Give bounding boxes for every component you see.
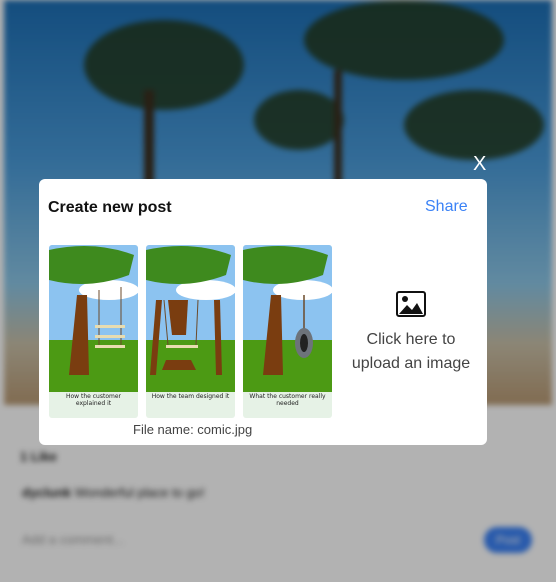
comic-panel-3: What the customer really needed [243, 245, 332, 418]
panel-caption: How the team designed it [151, 393, 230, 400]
comic-panel-2: How the team designed it [146, 245, 235, 418]
upload-text-line1: Click here to [366, 331, 456, 348]
share-button[interactable]: Share [425, 198, 468, 216]
image-icon [396, 291, 426, 317]
panel-caption: How the customer explained it [65, 393, 121, 407]
close-button[interactable]: X [473, 153, 486, 176]
comic-panel-1: How the customer explained it [49, 245, 138, 418]
upload-image-button[interactable]: Click here to upload an image [341, 291, 481, 376]
comic-image-2 [146, 245, 235, 392]
comic-image-3 [243, 245, 332, 392]
create-post-modal: Create new post Share How the customer e… [39, 179, 487, 445]
file-name: File name: comic.jpg [133, 422, 253, 437]
comic-image-1 [49, 245, 138, 392]
panel-caption: What the customer really needed [249, 393, 326, 407]
upload-text-line2: upload an image [351, 355, 471, 372]
modal-title: Create new post [48, 199, 172, 216]
